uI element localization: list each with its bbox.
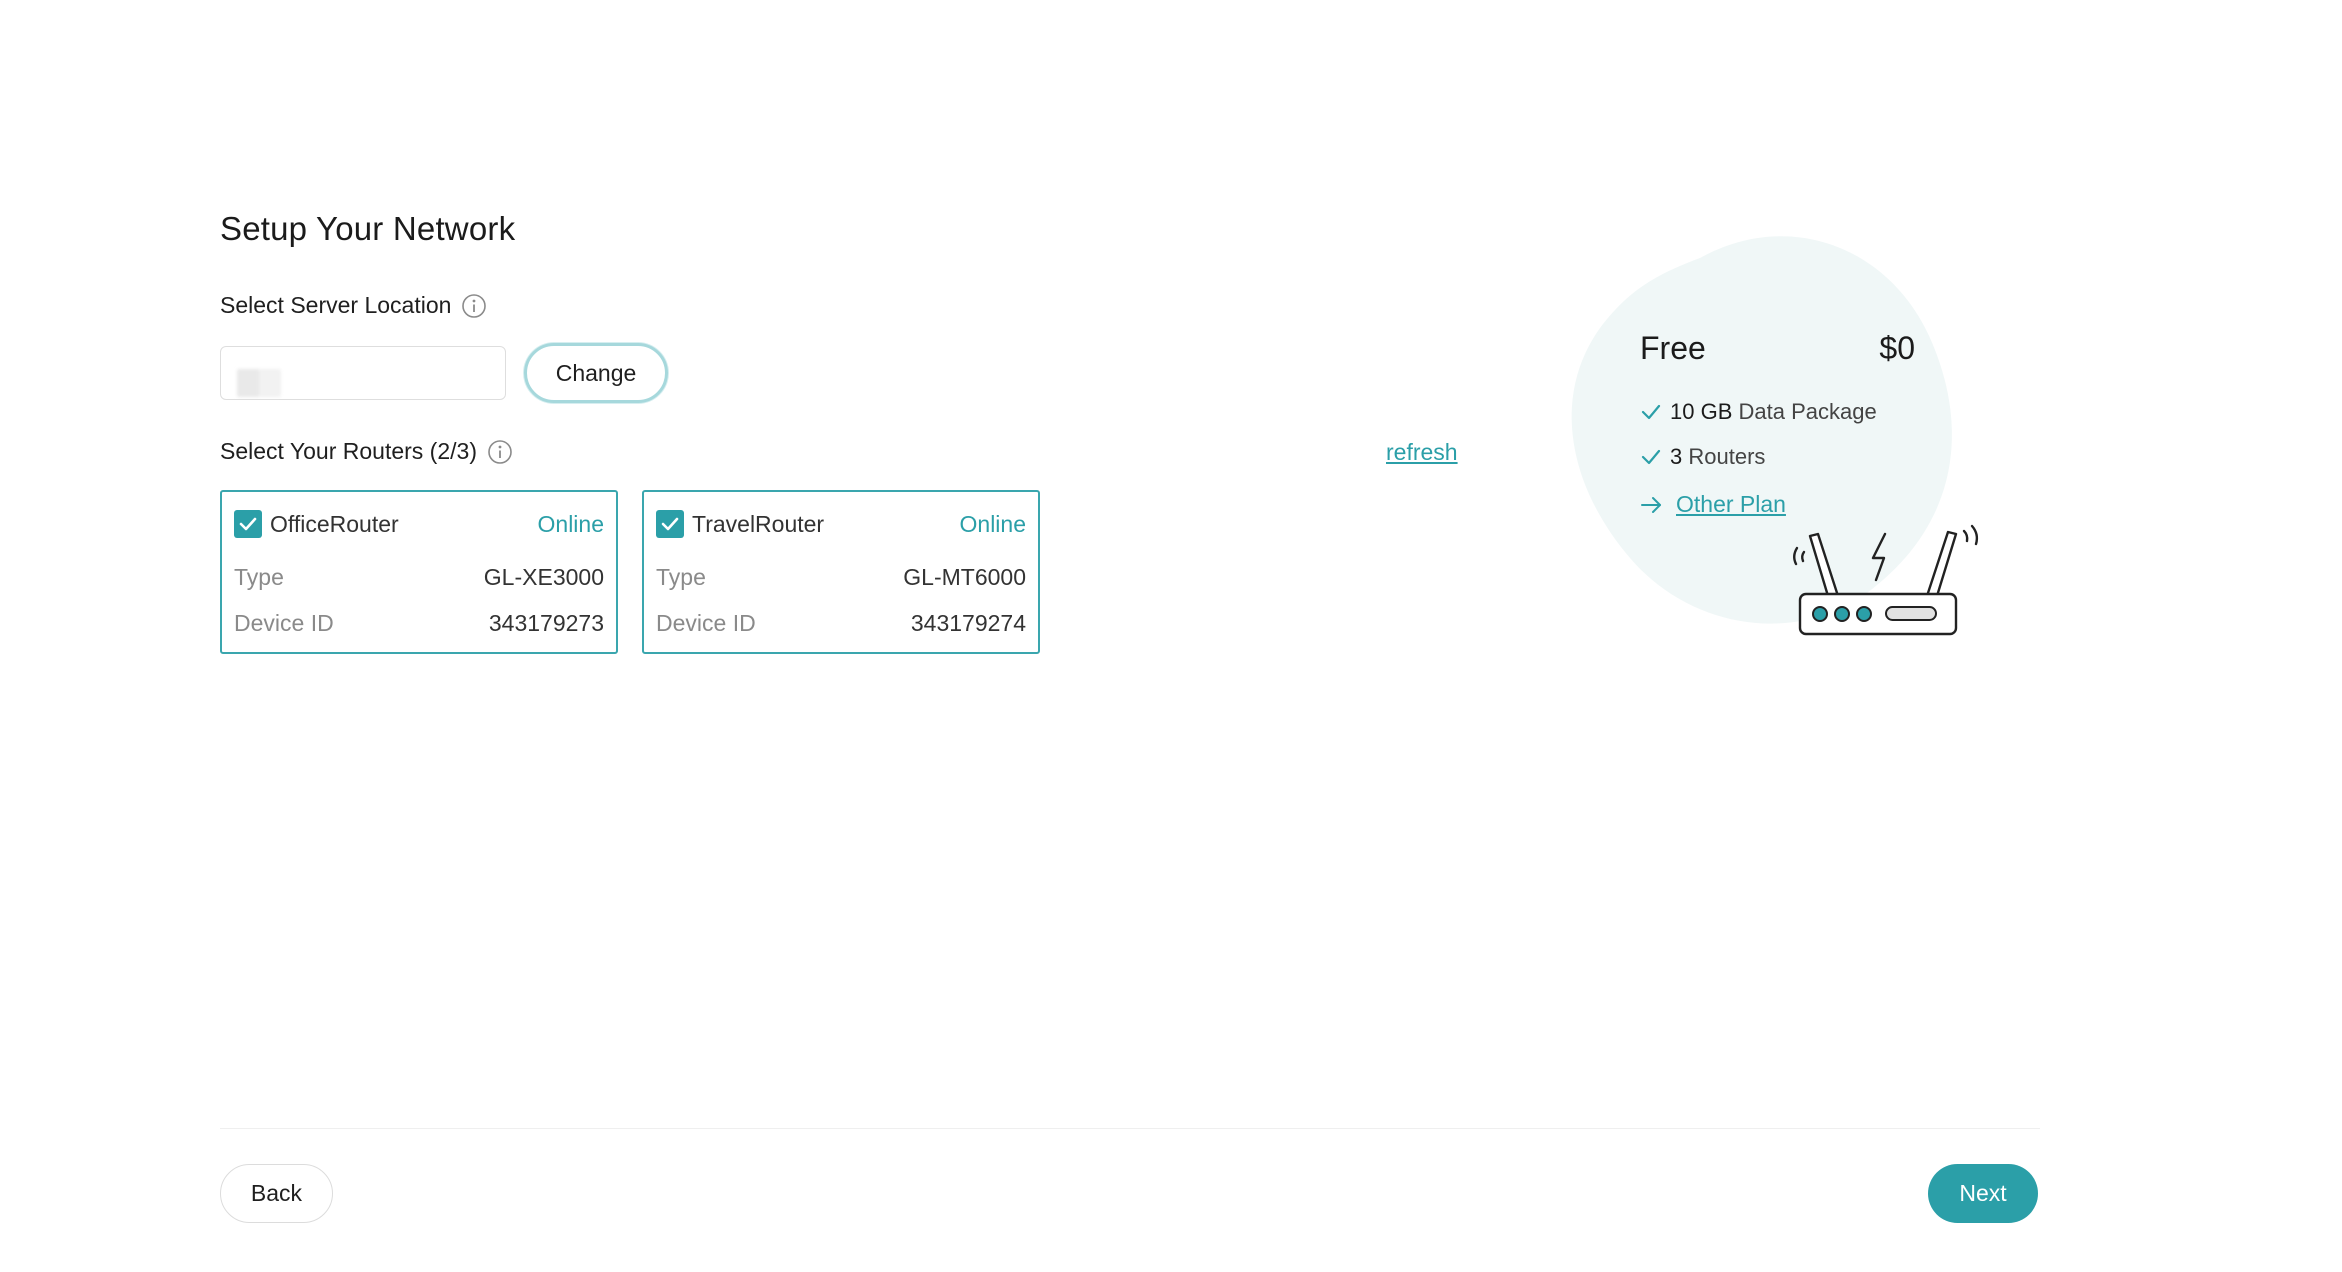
page-title: Setup Your Network	[220, 210, 516, 247]
routers-label: Select Your Routers (2/3)	[220, 438, 477, 464]
plan-feature-text: Data Package	[1738, 398, 1877, 424]
router-type-value: GL-XE3000	[483, 563, 604, 590]
router-checkbox[interactable]	[234, 510, 262, 538]
plan-header: Free $0	[1640, 330, 1915, 367]
router-name: TravelRouter	[692, 510, 825, 537]
check-icon	[239, 517, 257, 531]
refresh-link[interactable]: refresh	[1386, 439, 1458, 466]
router-type-value: GL-MT6000	[903, 563, 1026, 590]
router-device-id-row: Device ID 343179273	[234, 600, 604, 646]
router-device-id-row: Device ID 343179274	[656, 600, 1026, 646]
router-type-row: Type GL-XE3000	[234, 554, 604, 600]
footer-divider	[220, 1128, 2040, 1129]
router-card[interactable]: OfficeRouter Online Type GL-XE3000 Devic…	[220, 490, 618, 654]
routers-label-row: Select Your Routers (2/3)	[220, 438, 513, 465]
flag-icon	[237, 369, 281, 397]
setup-network-page: Setup Your Network Select Server Locatio…	[0, 0, 2342, 1272]
router-status: Online	[537, 510, 604, 537]
arrow-right-icon	[1641, 496, 1661, 513]
server-location-label: Select Server Location	[220, 292, 452, 318]
plan-price: $0	[1879, 330, 1915, 366]
next-button[interactable]: Next	[1928, 1164, 2038, 1223]
plan-feature-data: 10 GB Data Package	[1640, 389, 1915, 434]
router-type-row: Type GL-MT6000	[656, 554, 1026, 600]
plan-name: Free	[1640, 330, 1706, 366]
server-location-row: Change	[220, 343, 668, 403]
info-icon[interactable]	[461, 293, 487, 319]
router-checkbox[interactable]	[656, 510, 684, 538]
plan-card: Free $0 10 GB Data Package 3 Routers Oth…	[1640, 330, 1915, 518]
router-device-id-value: 343179273	[488, 609, 604, 636]
router-type-label: Type	[234, 563, 284, 590]
router-device-id-value: 343179274	[910, 609, 1026, 636]
server-location-label-row: Select Server Location	[220, 292, 487, 319]
router-card-header: OfficeRouter Online	[234, 494, 604, 554]
router-device-id-label: Device ID	[656, 609, 756, 636]
other-plan-label: Other Plan	[1676, 491, 1786, 517]
router-card-header: TravelRouter Online	[656, 494, 1026, 554]
back-button[interactable]: Back	[220, 1164, 333, 1223]
other-plan-link[interactable]: Other Plan	[1640, 491, 1915, 518]
router-status: Online	[959, 510, 1026, 537]
change-location-button[interactable]: Change	[524, 343, 668, 403]
router-device-id-label: Device ID	[234, 609, 334, 636]
check-icon	[1641, 404, 1661, 419]
router-type-label: Type	[656, 563, 706, 590]
server-location-field[interactable]	[220, 346, 506, 400]
router-name: OfficeRouter	[270, 510, 399, 537]
plan-feature-value: 3	[1670, 443, 1683, 469]
router-illustration	[1793, 524, 1979, 636]
info-icon[interactable]	[487, 439, 513, 465]
router-card[interactable]: TravelRouter Online Type GL-MT6000 Devic…	[642, 490, 1040, 654]
check-icon	[1641, 449, 1661, 464]
plan-feature-routers: 3 Routers	[1640, 434, 1915, 479]
check-icon	[661, 517, 679, 531]
plan-feature-value: 10 GB	[1670, 398, 1733, 424]
plan-feature-text: Routers	[1688, 443, 1766, 469]
